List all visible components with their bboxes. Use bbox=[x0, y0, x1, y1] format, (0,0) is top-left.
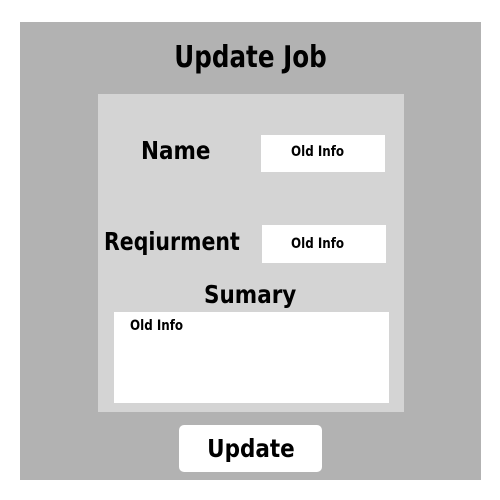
name-field[interactable]: Old Info bbox=[261, 135, 385, 172]
requirement-field-value: Old Info bbox=[291, 236, 345, 252]
name-label: Name bbox=[141, 136, 211, 165]
update-button-label: Update bbox=[206, 434, 295, 463]
page-title: Update Job bbox=[174, 40, 327, 75]
update-button[interactable]: Update bbox=[179, 425, 322, 472]
summary-textarea[interactable]: Old Info bbox=[114, 312, 389, 403]
requirement-field[interactable]: Old Info bbox=[262, 225, 386, 263]
summary-textarea-value: Old Info bbox=[130, 318, 184, 334]
summary-label: Sumary bbox=[204, 280, 297, 309]
name-field-value: Old Info bbox=[291, 144, 345, 160]
requirement-label: Reqiurment bbox=[104, 227, 240, 256]
